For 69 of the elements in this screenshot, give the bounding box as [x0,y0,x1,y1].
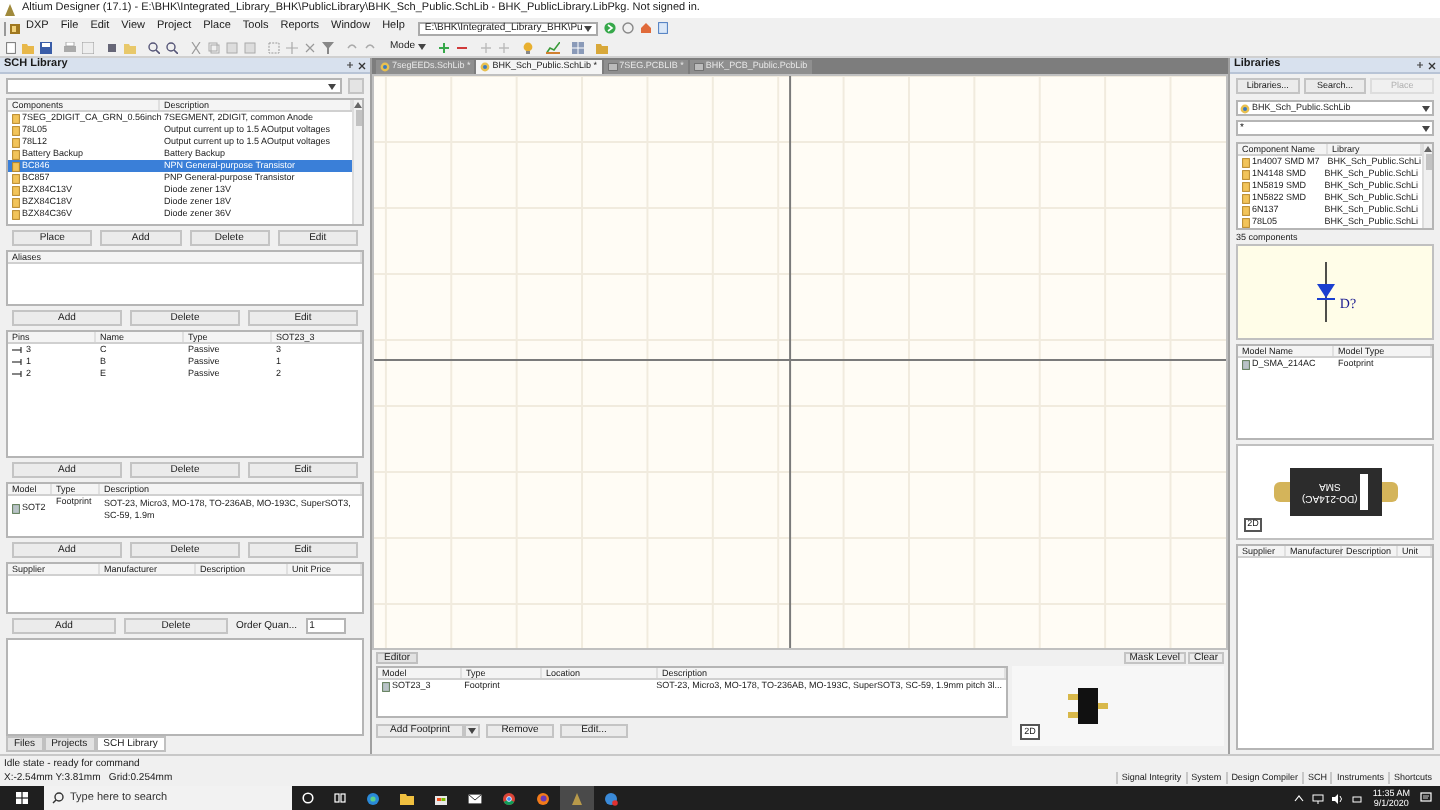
scroll-up-icon[interactable] [354,102,362,108]
zoom-icon[interactable] [148,41,160,53]
schematic-library-icon [480,62,491,72]
cathode-band [1360,474,1369,510]
browser-icon [366,791,380,805]
envelope-icon [468,791,482,805]
dropdown-button[interactable] [464,724,480,738]
pin-icon[interactable] [346,61,354,69]
ring-icon [302,792,314,804]
home-icon[interactable] [640,22,653,34]
app-logo-icon [4,3,16,15]
pin-icon[interactable] [1416,61,1424,69]
close-icon[interactable] [1428,61,1436,69]
cut-icon[interactable] [190,41,202,53]
footprint-icon [12,503,20,514]
app-icon [570,791,584,805]
windows-logo-icon [16,792,28,804]
open-folder-icon[interactable] [595,41,608,53]
schematic-library-icon [380,62,390,72]
search-icon [52,792,64,804]
globe-icon [604,791,618,805]
search-field[interactable] [6,78,342,94]
bulb-icon[interactable] [521,41,534,53]
pin-icon [12,358,24,366]
volume-icon[interactable] [1332,793,1345,803]
folder-icon [400,791,414,805]
shopping-bag-icon [434,791,448,805]
document-icon[interactable] [658,22,669,34]
dxp-logo-icon[interactable] [10,23,20,33]
scroll-up-icon[interactable] [1424,146,1432,152]
diode-symbol [1313,262,1338,322]
task-view-icon [334,792,346,804]
save-icon[interactable] [40,41,52,53]
zoom-icon[interactable] [166,41,178,53]
go-icon[interactable] [604,22,617,34]
caret-icon [417,44,426,50]
minus-icon[interactable] [455,41,468,53]
plus-icon[interactable] [437,41,450,53]
pin-icon [12,370,24,378]
network-icon[interactable] [1312,793,1325,803]
chip-icon[interactable] [106,41,118,53]
scroll-thumb[interactable] [355,110,361,126]
grid-icon[interactable] [571,41,584,53]
footprint-icon [382,681,390,691]
print-icon[interactable] [64,41,76,53]
move-icon[interactable] [286,41,298,53]
chart-icon[interactable] [545,41,560,53]
browser-icon [502,791,516,805]
deselect-icon[interactable] [304,41,316,53]
caret-icon [1422,125,1430,131]
scroll-thumb[interactable] [1425,154,1431,170]
caret-icon [584,25,593,31]
schematic-library-icon [1240,103,1250,113]
pin-icon [12,346,24,354]
footprint-drawing [1064,686,1112,726]
chevron-up-icon[interactable] [1294,794,1305,802]
redo-icon[interactable] [364,41,376,53]
undo-icon[interactable] [346,41,358,53]
notification-icon[interactable] [1420,792,1432,804]
new-file-icon[interactable] [6,41,16,53]
close-icon[interactable] [358,61,366,69]
caret-icon [1422,105,1430,111]
caret-icon [468,728,476,734]
back-icon[interactable] [622,22,635,34]
footprint-icon [1242,359,1250,369]
caret-icon [328,83,336,89]
filter-icon[interactable] [322,41,334,53]
package-pad [1273,482,1289,502]
browser-icon [536,791,550,805]
